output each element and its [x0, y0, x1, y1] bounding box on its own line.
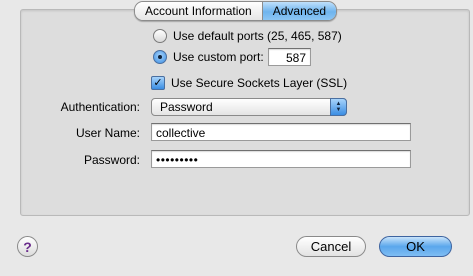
tab-account-information[interactable]: Account Information	[135, 2, 262, 20]
ssl-label: Use Secure Sockets Layer (SSL)	[171, 76, 348, 90]
ssl-option[interactable]: ✓ Use Secure Sockets Layer (SSL)	[151, 76, 347, 90]
password-field[interactable]: •••••••••	[151, 150, 411, 168]
custom-port-option[interactable]: Use custom port:	[153, 50, 264, 64]
default-ports-label: Use default ports (25, 465, 587)	[173, 29, 342, 43]
custom-port-field[interactable]: 587	[268, 48, 311, 66]
authentication-label: Authentication:	[60, 100, 140, 114]
popup-arrows-icon: ▲ ▼	[330, 98, 347, 116]
custom-port-radio[interactable]	[153, 50, 167, 64]
tab-bar: Account Information Advanced	[134, 1, 338, 21]
tab-advanced[interactable]: Advanced	[261, 2, 337, 20]
authentication-popup[interactable]: Password ▲ ▼	[151, 98, 347, 116]
password-label: Password:	[83, 153, 140, 167]
checkmark-icon: ✓	[153, 76, 163, 89]
help-button[interactable]: ?	[17, 236, 38, 257]
custom-port-label: Use custom port:	[173, 50, 264, 64]
ok-button[interactable]: OK	[379, 236, 452, 257]
help-icon: ?	[23, 238, 32, 255]
user-name-label: User Name:	[75, 126, 140, 140]
user-name-field[interactable]: collective	[151, 123, 411, 141]
default-ports-option[interactable]: Use default ports (25, 465, 587)	[153, 29, 342, 43]
ssl-checkbox[interactable]: ✓	[151, 76, 165, 90]
cancel-button[interactable]: Cancel	[296, 236, 366, 257]
default-ports-radio[interactable]	[153, 29, 167, 43]
authentication-value: Password	[160, 100, 213, 114]
